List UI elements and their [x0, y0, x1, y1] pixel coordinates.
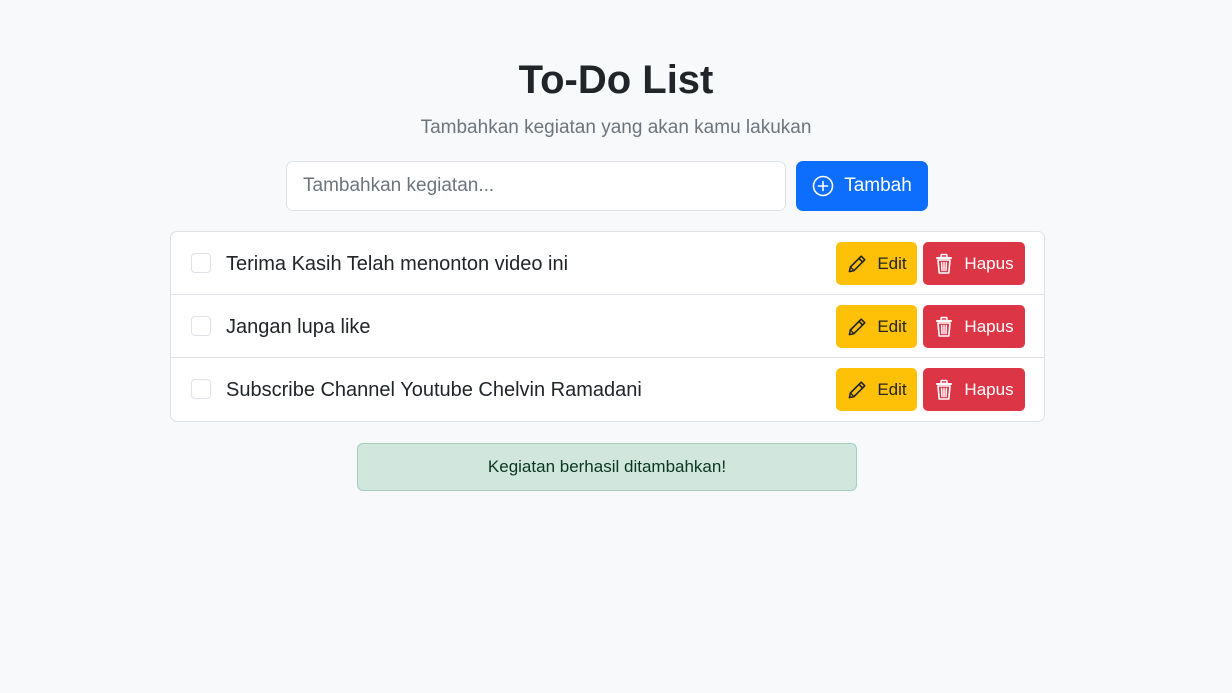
add-todo-button[interactable]: Tambah: [796, 161, 928, 211]
todo-item: Subscribe Channel Youtube Chelvin Ramada…: [171, 358, 1044, 421]
todo-text: Terima Kasih Telah menonton video ini: [226, 253, 569, 275]
todo-item: Jangan lupa like Edit Hapus: [171, 295, 1044, 358]
add-todo-button-label: Tambah: [844, 175, 912, 196]
delete-button[interactable]: Hapus: [923, 242, 1025, 285]
todo-checkbox[interactable]: [191, 379, 211, 399]
todo-item: Terima Kasih Telah menonton video ini Ed…: [171, 232, 1044, 295]
trash-icon: [934, 316, 954, 338]
delete-button[interactable]: Hapus: [923, 368, 1025, 411]
success-alert: Kegiatan berhasil ditambahkan!: [357, 443, 857, 491]
todo-list: Terima Kasih Telah menonton video ini Ed…: [170, 231, 1045, 422]
edit-button[interactable]: Edit: [836, 305, 917, 348]
edit-button[interactable]: Edit: [836, 242, 917, 285]
todo-text: Subscribe Channel Youtube Chelvin Ramada…: [226, 379, 642, 401]
edit-button-label: Edit: [877, 316, 907, 336]
trash-icon: [934, 379, 954, 401]
pencil-icon: [846, 253, 868, 275]
todo-checkbox[interactable]: [191, 253, 211, 273]
edit-button-label: Edit: [877, 379, 907, 399]
page-subtitle: Tambahkan kegiatan yang akan kamu lakuka…: [420, 117, 812, 138]
todo-text: Jangan lupa like: [226, 316, 371, 338]
delete-button-label: Hapus: [964, 253, 1014, 273]
edit-button[interactable]: Edit: [836, 368, 917, 411]
plus-circle-icon: [812, 175, 834, 197]
add-todo-input[interactable]: [286, 161, 786, 211]
pencil-icon: [846, 316, 868, 338]
success-alert-message: Kegiatan berhasil ditambahkan!: [487, 457, 727, 476]
todo-checkbox[interactable]: [191, 316, 211, 336]
trash-icon: [934, 253, 954, 275]
add-todo-form: Tambah: [286, 161, 928, 211]
pencil-icon: [846, 379, 868, 401]
delete-button[interactable]: Hapus: [923, 305, 1025, 348]
edit-button-label: Edit: [877, 253, 907, 273]
page-title: To-Do List: [518, 58, 714, 102]
delete-button-label: Hapus: [964, 379, 1014, 399]
delete-button-label: Hapus: [964, 316, 1014, 336]
